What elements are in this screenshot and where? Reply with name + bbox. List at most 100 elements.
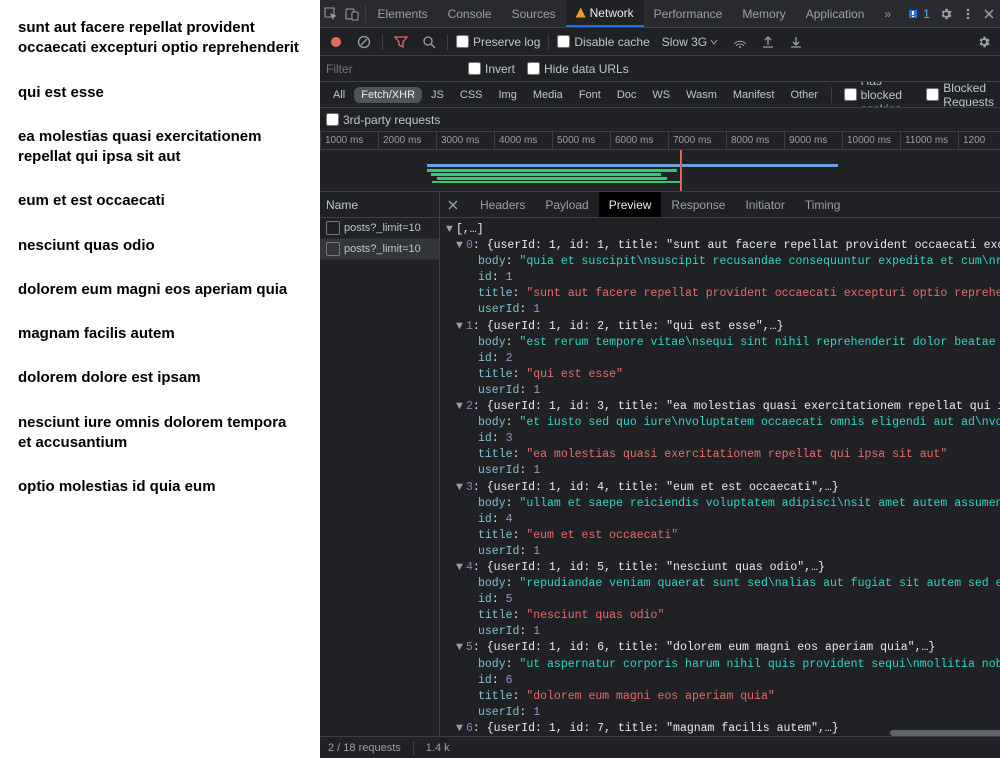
kebab-icon[interactable]	[957, 0, 978, 28]
more-tabs[interactable]: »	[874, 0, 901, 27]
preview-line: userId: 1	[440, 463, 1000, 479]
type-filter-other[interactable]: Other	[783, 87, 825, 103]
filter-bar: Invert Hide data URLs	[320, 56, 1000, 82]
preview-line: userId: 1	[440, 544, 1000, 560]
post-title: magnam facilis autem	[18, 324, 302, 344]
export-har-icon[interactable]	[786, 32, 806, 52]
detail-tab-initiator[interactable]: Initiator	[735, 192, 794, 217]
devtools-tab-elements[interactable]: Elements	[368, 0, 438, 27]
timeline-overview[interactable]: 1000 ms2000 ms3000 ms4000 ms5000 ms6000 …	[320, 132, 1000, 192]
close-detail-icon[interactable]	[440, 192, 466, 218]
throttling-select[interactable]: Slow 3G	[658, 35, 722, 49]
type-filter-img[interactable]: Img	[492, 87, 524, 103]
request-type-filter: AllFetch/XHRJSCSSImgMediaFontDocWSWasmMa…	[320, 82, 1000, 108]
status-transferred: 1.4 k	[426, 742, 450, 754]
third-party-checkbox[interactable]: 3rd-party requests	[326, 113, 440, 127]
tab-label: Performance	[654, 7, 723, 21]
filter-toggle-icon[interactable]	[391, 32, 411, 52]
import-har-icon[interactable]	[758, 32, 778, 52]
preview-line: body: "repudiandae veniam quaerat sunt s…	[440, 576, 1000, 592]
detail-tab-headers[interactable]: Headers	[470, 192, 535, 217]
type-filter-css[interactable]: CSS	[453, 87, 490, 103]
separator	[548, 34, 549, 50]
preview-line: title: "nesciunt quas odio"	[440, 608, 1000, 624]
preview-line: body: "est rerum tempore vitae\nsequi si…	[440, 335, 1000, 351]
detail-tab-timing[interactable]: Timing	[795, 192, 851, 217]
inspect-icon[interactable]	[320, 0, 341, 28]
preview-line: id: 4	[440, 512, 1000, 528]
horizontal-scrollbar[interactable]	[890, 730, 1000, 736]
separator	[447, 34, 448, 50]
issues-button[interactable]: 1	[901, 7, 936, 21]
separator	[365, 5, 366, 23]
ruler-tick: 1200	[958, 132, 1000, 149]
type-filter-all[interactable]: All	[326, 87, 352, 103]
ruler-tick: 11000 ms	[900, 132, 958, 149]
search-icon[interactable]	[419, 32, 439, 52]
device-toggle-icon[interactable]	[341, 0, 362, 28]
timeline-body	[320, 150, 1000, 192]
devtools-tab-application[interactable]: Application	[796, 0, 875, 27]
network-conditions-icon[interactable]	[730, 32, 750, 52]
name-column-header[interactable]: Name	[320, 192, 439, 218]
preview-line: ▼4: {userId: 1, id: 5, title: "nesciunt …	[440, 560, 1000, 576]
preview-line: body: "et iusto sed quo iure\nvoluptatem…	[440, 415, 1000, 431]
blocked-requests-checkbox[interactable]: Blocked Requests	[926, 82, 994, 108]
devtools-tab-console[interactable]: Console	[438, 0, 502, 27]
preview-line: body: "ullam et saepe reiciendis volupta…	[440, 496, 1000, 512]
ruler-tick: 6000 ms	[610, 132, 668, 149]
type-filter-ws[interactable]: WS	[645, 87, 677, 103]
separator	[413, 741, 414, 755]
devtools-tab-memory[interactable]: Memory	[732, 0, 795, 27]
status-requests: 2 / 18 requests	[328, 742, 401, 754]
type-filter-wasm[interactable]: Wasm	[679, 87, 724, 103]
request-row[interactable]: posts?_limit=10	[320, 239, 439, 260]
devtools-tab-network[interactable]: Network	[566, 0, 644, 27]
preview-line: ▼0: {userId: 1, id: 1, title: "sunt aut …	[440, 238, 1000, 254]
preview-line: id: 3	[440, 431, 1000, 447]
type-filter-js[interactable]: JS	[424, 87, 451, 103]
devtools-tabbar: ElementsConsole Sources Network Performance…	[320, 0, 1000, 28]
record-button[interactable]	[326, 32, 346, 52]
preview-line: ▼5: {userId: 1, id: 6, title: "dolorem e…	[440, 640, 1000, 656]
invert-checkbox[interactable]: Invert	[468, 62, 515, 76]
detail-tab-payload[interactable]: Payload	[535, 192, 598, 217]
preserve-log-checkbox[interactable]: Preserve log	[456, 35, 540, 49]
detail-tab-response[interactable]: Response	[661, 192, 735, 217]
preview-line: title: "qui est esse"	[440, 367, 1000, 383]
domcontent-marker	[681, 150, 682, 192]
separator	[831, 87, 832, 103]
devtools-tab-sources[interactable]: Sources	[502, 0, 566, 27]
request-type-icon	[326, 242, 340, 256]
devtools-tab-performance[interactable]: Performance	[644, 0, 733, 27]
post-title: nesciunt quas odio	[18, 236, 302, 256]
timeline-bar	[427, 164, 838, 167]
disable-cache-checkbox[interactable]: Disable cache	[557, 35, 649, 49]
settings-icon[interactable]	[936, 0, 957, 28]
type-filter-fetch-xhr[interactable]: Fetch/XHR	[354, 87, 422, 103]
tab-label: Network	[590, 6, 634, 20]
timeline-bar	[437, 177, 667, 180]
preview-line: userId: 1	[440, 302, 1000, 318]
preview-line: body: "quia et suscipit\nsuscipit recusa…	[440, 254, 1000, 270]
preview-line: id: 6	[440, 673, 1000, 689]
tab-label: Sources	[512, 7, 556, 21]
type-filter-doc[interactable]: Doc	[610, 87, 644, 103]
close-devtools-icon[interactable]	[979, 0, 1000, 28]
clear-button[interactable]	[354, 32, 374, 52]
network-settings-icon[interactable]	[974, 32, 994, 52]
response-preview[interactable]: ▼[,…]▼0: {userId: 1, id: 1, title: "sunt…	[440, 218, 1000, 736]
hide-data-urls-checkbox[interactable]: Hide data URLs	[527, 62, 629, 76]
request-row[interactable]: posts?_limit=10	[320, 218, 439, 239]
filter-input[interactable]	[326, 62, 456, 76]
preview-line: title: "sunt aut facere repellat provide…	[440, 286, 1000, 302]
post-title: dolorem dolore est ipsam	[18, 368, 302, 388]
detail-tab-preview[interactable]: Preview	[599, 192, 662, 217]
has-blocked-cookies-checkbox[interactable]: Has blocked cookies	[844, 82, 919, 108]
ruler-tick: 4000 ms	[494, 132, 552, 149]
preview-line: ▼[,…]	[440, 222, 1000, 238]
type-filter-font[interactable]: Font	[572, 87, 608, 103]
type-filter-media[interactable]: Media	[526, 87, 570, 103]
network-toolbar: Preserve log Disable cache Slow 3G	[320, 28, 1000, 56]
type-filter-manifest[interactable]: Manifest	[726, 87, 782, 103]
